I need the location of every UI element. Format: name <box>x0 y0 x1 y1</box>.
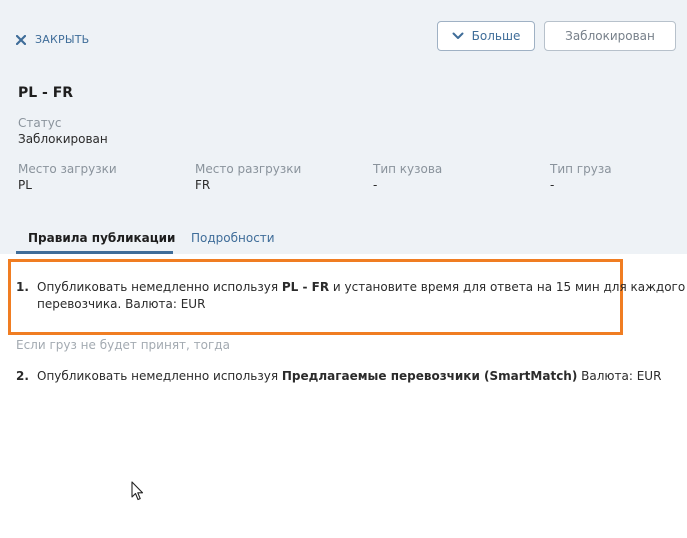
rule-carriers: Предлагаемые перевозчики (SmartMatch) <box>281 369 578 383</box>
cargo-type-label: Тип груза <box>550 162 612 176</box>
unloading-place-value: FR <box>195 178 211 192</box>
close-label: ЗАКРЫТЬ <box>35 33 90 46</box>
tab-publication-rules[interactable]: Правила публикации <box>28 231 175 245</box>
fallback-condition-text: Если груз не будет принят, тогда <box>16 338 230 352</box>
more-button[interactable]: Больше <box>437 21 535 51</box>
more-button-label: Больше <box>471 29 521 43</box>
close-icon <box>16 34 26 45</box>
status-label: Статус <box>18 116 62 130</box>
rule-text: Опубликовать немедленно используя PL - F… <box>37 279 685 313</box>
loading-place-value: PL <box>18 178 32 192</box>
mouse-cursor-icon <box>131 481 144 501</box>
page-title: PL - FR <box>18 85 74 101</box>
rule-item-2: 2. Опубликовать немедленно используя Пре… <box>16 368 661 385</box>
rule-number: 1. <box>16 280 29 294</box>
rule-item-1: 1. Опубликовать немедленно используя PL … <box>16 279 685 313</box>
unloading-place-label: Место разгрузки <box>195 162 302 176</box>
blocked-button[interactable]: Заблокирован <box>544 21 676 51</box>
rule-text-line-2: перевозчика. Валюта: EUR <box>37 297 206 311</box>
rule-route: PL - FR <box>281 280 330 294</box>
active-tab-indicator <box>16 251 173 254</box>
rule-number: 2. <box>16 369 29 383</box>
rule-text-line-1: Опубликовать немедленно используя PL - F… <box>37 280 686 294</box>
chevron-down-icon <box>452 32 464 39</box>
rule-text: Опубликовать немедленно используя Предла… <box>37 369 662 383</box>
tab-details[interactable]: Подробности <box>191 231 275 245</box>
body-type-label: Тип кузова <box>373 162 443 176</box>
cargo-type-value: - <box>550 178 555 192</box>
blocked-button-label: Заблокирован <box>565 29 655 43</box>
loading-place-label: Место загрузки <box>18 162 117 176</box>
close-button[interactable]: ЗАКРЫТЬ <box>16 33 89 46</box>
status-value: Заблокирован <box>18 132 108 146</box>
body-type-value: - <box>373 178 378 192</box>
details-header-panel: ЗАКРЫТЬ Больше Заблокирован PL - FR Стат… <box>0 0 687 254</box>
